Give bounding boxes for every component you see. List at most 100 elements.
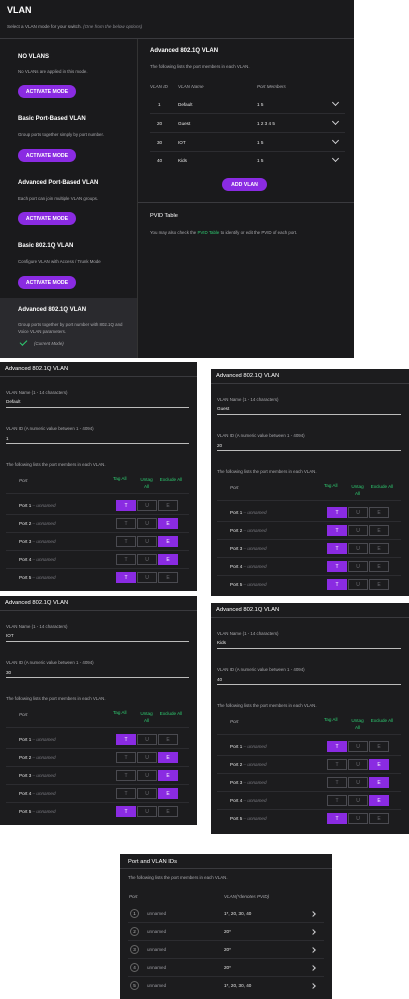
vlan-id-field[interactable]: 30 — [6, 670, 11, 675]
tag-option[interactable]: T — [116, 518, 136, 529]
tag-option[interactable]: T — [327, 507, 347, 518]
tag-option[interactable]: T — [327, 795, 347, 806]
port-membership-toggle[interactable]: TUE — [327, 579, 390, 590]
untag-option[interactable]: U — [348, 561, 368, 572]
tag-option[interactable]: T — [327, 579, 347, 590]
exclude-option[interactable]: E — [369, 579, 389, 590]
port-membership-toggle[interactable]: TUE — [116, 536, 179, 547]
port-membership-toggle[interactable]: TUE — [116, 770, 179, 781]
untag-option[interactable]: U — [137, 734, 157, 745]
chevron-right-icon[interactable] — [310, 947, 316, 953]
tag-option[interactable]: T — [327, 741, 347, 752]
untag-option[interactable]: U — [348, 543, 368, 554]
exclude-option[interactable]: E — [158, 500, 178, 511]
vlan-id-field[interactable]: 1 — [6, 436, 9, 441]
vlan-name-field[interactable]: Default — [6, 399, 21, 404]
chevron-down-icon[interactable] — [331, 117, 340, 126]
exclude-option[interactable]: E — [369, 795, 389, 806]
exclude-option[interactable]: E — [158, 788, 178, 799]
tag-all-link[interactable]: Tag All — [113, 476, 127, 481]
untag-option[interactable]: U — [137, 752, 157, 763]
exclude-option[interactable]: E — [369, 561, 389, 572]
exclude-option[interactable]: E — [369, 507, 389, 518]
port-membership-toggle[interactable]: TUE — [116, 752, 179, 763]
port-membership-toggle[interactable]: TUE — [327, 543, 390, 554]
chevron-down-icon[interactable] — [331, 98, 340, 107]
vlan-id-field[interactable]: 40 — [217, 677, 222, 682]
activate-mode-button[interactable]: ACTIVATE MODE — [18, 212, 76, 225]
tag-all-link[interactable]: Tag All — [113, 710, 127, 715]
exclude-option[interactable]: E — [369, 759, 389, 770]
untag-option[interactable]: U — [137, 806, 157, 817]
untag-all-link[interactable]: Untag All — [138, 710, 155, 724]
untag-option[interactable]: U — [137, 554, 157, 565]
tag-option[interactable]: T — [116, 806, 136, 817]
untag-all-link[interactable]: Untag All — [138, 476, 155, 490]
chevron-right-icon[interactable] — [310, 965, 316, 971]
untag-option[interactable]: U — [137, 572, 157, 583]
tag-option[interactable]: T — [116, 788, 136, 799]
tag-option[interactable]: T — [327, 525, 347, 536]
port-membership-toggle[interactable]: TUE — [116, 806, 179, 817]
exclude-all-link[interactable]: Exclude All — [370, 717, 394, 724]
untag-option[interactable]: U — [137, 518, 157, 529]
untag-option[interactable]: U — [348, 795, 368, 806]
pvid-table-link[interactable]: PVID Table — [197, 230, 219, 235]
add-vlan-button[interactable]: ADD VLAN — [222, 178, 267, 191]
chevron-down-icon[interactable] — [331, 136, 340, 145]
port-membership-toggle[interactable]: TUE — [116, 500, 179, 511]
untag-option[interactable]: U — [348, 579, 368, 590]
port-membership-toggle[interactable]: TUE — [327, 561, 390, 572]
vlan-name-field[interactable]: Guest — [217, 406, 229, 411]
chevron-down-icon[interactable] — [331, 154, 340, 163]
tag-option[interactable]: T — [116, 500, 136, 511]
tag-option[interactable]: T — [116, 770, 136, 781]
tag-all-link[interactable]: Tag All — [324, 483, 338, 488]
vlan-id-field[interactable]: 20 — [217, 443, 222, 448]
port-membership-toggle[interactable]: TUE — [116, 788, 179, 799]
activate-mode-button[interactable]: ACTIVATE MODE — [18, 85, 76, 98]
tag-option[interactable]: T — [327, 543, 347, 554]
chevron-right-icon[interactable] — [310, 929, 316, 935]
tag-option[interactable]: T — [116, 536, 136, 547]
activate-mode-button[interactable]: ACTIVATE MODE — [18, 276, 76, 289]
untag-all-link[interactable]: Untag All — [349, 483, 366, 497]
port-membership-toggle[interactable]: TUE — [327, 795, 390, 806]
activate-mode-button[interactable]: ACTIVATE MODE — [18, 149, 76, 162]
exclude-option[interactable]: E — [369, 525, 389, 536]
port-membership-toggle[interactable]: TUE — [327, 777, 390, 788]
exclude-option[interactable]: E — [369, 741, 389, 752]
exclude-option[interactable]: E — [158, 806, 178, 817]
chevron-right-icon[interactable] — [310, 983, 316, 989]
port-membership-toggle[interactable]: TUE — [116, 518, 179, 529]
untag-all-link[interactable]: Untag All — [349, 717, 366, 731]
exclude-option[interactable]: E — [158, 554, 178, 565]
tag-option[interactable]: T — [116, 734, 136, 745]
port-membership-toggle[interactable]: TUE — [116, 734, 179, 745]
port-membership-toggle[interactable]: TUE — [327, 759, 390, 770]
vlan-name-field[interactable]: Kids — [217, 640, 226, 645]
exclude-all-link[interactable]: Exclude All — [159, 476, 183, 483]
port-membership-toggle[interactable]: TUE — [116, 572, 179, 583]
untag-option[interactable]: U — [348, 813, 368, 824]
chevron-right-icon[interactable] — [310, 911, 316, 917]
untag-option[interactable]: U — [137, 770, 157, 781]
exclude-option[interactable]: E — [158, 518, 178, 529]
exclude-option[interactable]: E — [158, 572, 178, 583]
tag-option[interactable]: T — [327, 561, 347, 572]
tag-option[interactable]: T — [327, 813, 347, 824]
exclude-option[interactable]: E — [158, 752, 178, 763]
port-membership-toggle[interactable]: TUE — [327, 813, 390, 824]
port-membership-toggle[interactable]: TUE — [116, 554, 179, 565]
untag-option[interactable]: U — [137, 536, 157, 547]
untag-option[interactable]: U — [137, 500, 157, 511]
port-membership-toggle[interactable]: TUE — [327, 525, 390, 536]
exclude-option[interactable]: E — [158, 770, 178, 781]
tag-option[interactable]: T — [116, 554, 136, 565]
tag-option[interactable]: T — [116, 752, 136, 763]
port-membership-toggle[interactable]: TUE — [327, 507, 390, 518]
vlan-name-field[interactable]: IOT — [6, 633, 14, 638]
exclude-option[interactable]: E — [158, 734, 178, 745]
tag-option[interactable]: T — [116, 572, 136, 583]
untag-option[interactable]: U — [348, 759, 368, 770]
